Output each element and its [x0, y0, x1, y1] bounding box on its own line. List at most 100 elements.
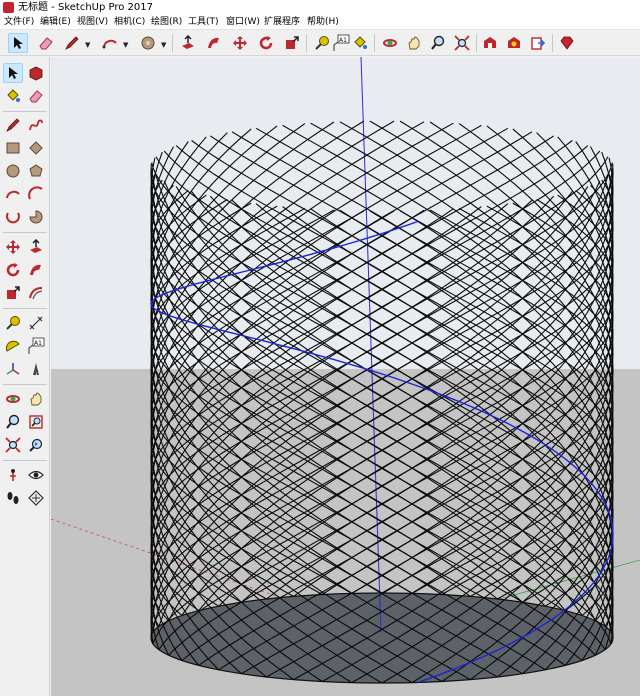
rotate-icon — [259, 36, 273, 50]
toolbar-zoom-extents-button[interactable] — [452, 33, 472, 53]
sidebar-push-pull-button[interactable] — [26, 237, 46, 257]
sidebar-freehand-button[interactable] — [26, 115, 46, 135]
position-camera-icon — [10, 469, 16, 481]
cylinder-base-face[interactable] — [150, 592, 614, 684]
model-scene[interactable] — [51, 57, 640, 696]
menu-extensions[interactable]: 扩展程序 — [264, 16, 300, 29]
toolbar-zoom-button[interactable] — [428, 33, 448, 53]
sidebar-position-camera-button[interactable] — [3, 465, 23, 485]
menu-edit[interactable]: 编辑(E) — [40, 16, 71, 29]
3d-text-icon — [33, 363, 39, 375]
toolbar-send-to-layout-button[interactable] — [528, 33, 548, 53]
sidebar-section-plane-button[interactable] — [26, 488, 46, 508]
sidebar-dimension-button[interactable] — [26, 313, 46, 333]
sidebar-follow-me-button[interactable] — [26, 260, 46, 280]
sidebar-previous-view-button[interactable] — [26, 435, 46, 455]
toolbar-eraser-button[interactable] — [36, 33, 56, 53]
main-toolbar: ▼ ▼ ▼ A1 — [0, 30, 640, 56]
sidebar-zoom-extents-button[interactable] — [3, 435, 23, 455]
pencil-dropdown-icon[interactable]: ▼ — [85, 41, 90, 49]
sidebar-select-button[interactable] — [3, 63, 23, 83]
sidebar-circle-button[interactable] — [3, 161, 23, 181]
zoom-extents-icon — [454, 35, 470, 51]
sidebar-axes-button[interactable] — [3, 359, 23, 379]
sidebar-separator — [3, 308, 47, 309]
sidebar-arc-button[interactable] — [3, 184, 23, 204]
menu-tools[interactable]: 工具(T) — [188, 16, 219, 29]
shape-circle-icon — [141, 36, 155, 50]
push-pull-icon — [30, 239, 42, 253]
move-icon — [6, 240, 20, 254]
sidebar-separator — [3, 460, 47, 461]
menu-view[interactable]: 视图(V) — [77, 16, 108, 29]
toolbar-pencil-button[interactable] — [62, 33, 82, 53]
sidebar-pencil-button[interactable] — [3, 115, 23, 135]
toolbar-warehouse-button[interactable] — [480, 33, 500, 53]
toolbar-paint-bucket-button[interactable] — [350, 33, 370, 53]
sidebar-polygon-button[interactable] — [26, 161, 46, 181]
large-tool-set-sidebar: A1 — [0, 57, 50, 696]
toolbar-move-button[interactable] — [230, 33, 250, 53]
freehand-icon — [29, 119, 43, 131]
sidebar-two-point-arc-button[interactable] — [26, 184, 46, 204]
toolbar-shape-button[interactable] — [138, 33, 158, 53]
text-label-icon: A1 — [28, 337, 45, 354]
menu-draw[interactable]: 绘图(R) — [151, 16, 182, 29]
sidebar-pan-button[interactable] — [26, 389, 46, 409]
sidebar-eraser-button[interactable] — [26, 86, 46, 106]
toolbar-extension-warehouse-button[interactable] — [504, 33, 524, 53]
zoom-extents-icon — [5, 437, 21, 453]
axes-icon — [6, 363, 20, 375]
arc-dropdown-icon[interactable]: ▼ — [123, 41, 128, 49]
make-component-icon — [29, 66, 43, 81]
sidebar-rectangle-button[interactable] — [3, 138, 23, 158]
menu-help[interactable]: 帮助(H) — [307, 16, 339, 29]
sidebar-offset-button[interactable] — [26, 283, 46, 303]
sidebar-zoom-button[interactable] — [3, 412, 23, 432]
dimension-icon — [29, 316, 43, 330]
sidebar-rotated-rectangle-button[interactable] — [26, 138, 46, 158]
select-arrow-icon — [9, 67, 18, 79]
sidebar-paint-bucket-button[interactable] — [3, 86, 23, 106]
toolbar-text-button[interactable]: A1 — [331, 33, 351, 53]
toolbar-ruby-button[interactable] — [556, 33, 576, 53]
select-arrow-icon — [14, 37, 23, 49]
look-around-icon — [28, 470, 44, 480]
rotate-icon — [6, 263, 20, 277]
sidebar-3d-text-button[interactable] — [26, 359, 46, 379]
sidebar-protractor-button[interactable] — [3, 336, 23, 356]
sidebar-zoom-window-button[interactable] — [26, 412, 46, 432]
shape-dropdown-icon[interactable]: ▼ — [161, 41, 166, 49]
sidebar-text-button[interactable]: A1 — [26, 336, 46, 356]
3d-model-viewport[interactable] — [51, 57, 640, 696]
move-icon — [233, 36, 247, 50]
sidebar-make-component-button[interactable] — [26, 63, 46, 83]
scale-icon — [7, 286, 20, 299]
toolbar-tape-measure-button[interactable] — [312, 33, 332, 53]
toolbar-scale-button[interactable] — [282, 33, 302, 53]
sidebar-orbit-button[interactable] — [3, 389, 23, 409]
pan-icon — [30, 392, 42, 406]
menu-camera[interactable]: 相机(C) — [114, 16, 145, 29]
menu-window[interactable]: 窗口(W) — [226, 16, 260, 29]
toolbar-rotate-button[interactable] — [256, 33, 276, 53]
toolbar-follow-me-button[interactable] — [204, 33, 224, 53]
toolbar-orbit-button[interactable] — [380, 33, 400, 53]
sidebar-move-button[interactable] — [3, 237, 23, 257]
sidebar-three-point-arc-button[interactable] — [3, 207, 23, 227]
sidebar-look-around-button[interactable] — [26, 465, 46, 485]
sidebar-tape-measure-button[interactable] — [3, 313, 23, 333]
offset-icon — [29, 287, 43, 300]
two-point-arc-icon — [28, 186, 43, 200]
menu-file[interactable]: 文件(F) — [4, 16, 34, 29]
sidebar-scale-button[interactable] — [3, 283, 23, 303]
rectangle-icon — [6, 142, 20, 154]
sidebar-walk-button[interactable] — [3, 488, 23, 508]
scale-icon — [286, 36, 299, 49]
toolbar-pan-button[interactable] — [404, 33, 424, 53]
toolbar-select-button[interactable] — [8, 33, 28, 53]
toolbar-push-pull-button[interactable] — [178, 33, 198, 53]
sidebar-rotate-button[interactable] — [3, 260, 23, 280]
toolbar-arc-button[interactable] — [100, 33, 120, 53]
sidebar-pie-button[interactable] — [26, 207, 46, 227]
